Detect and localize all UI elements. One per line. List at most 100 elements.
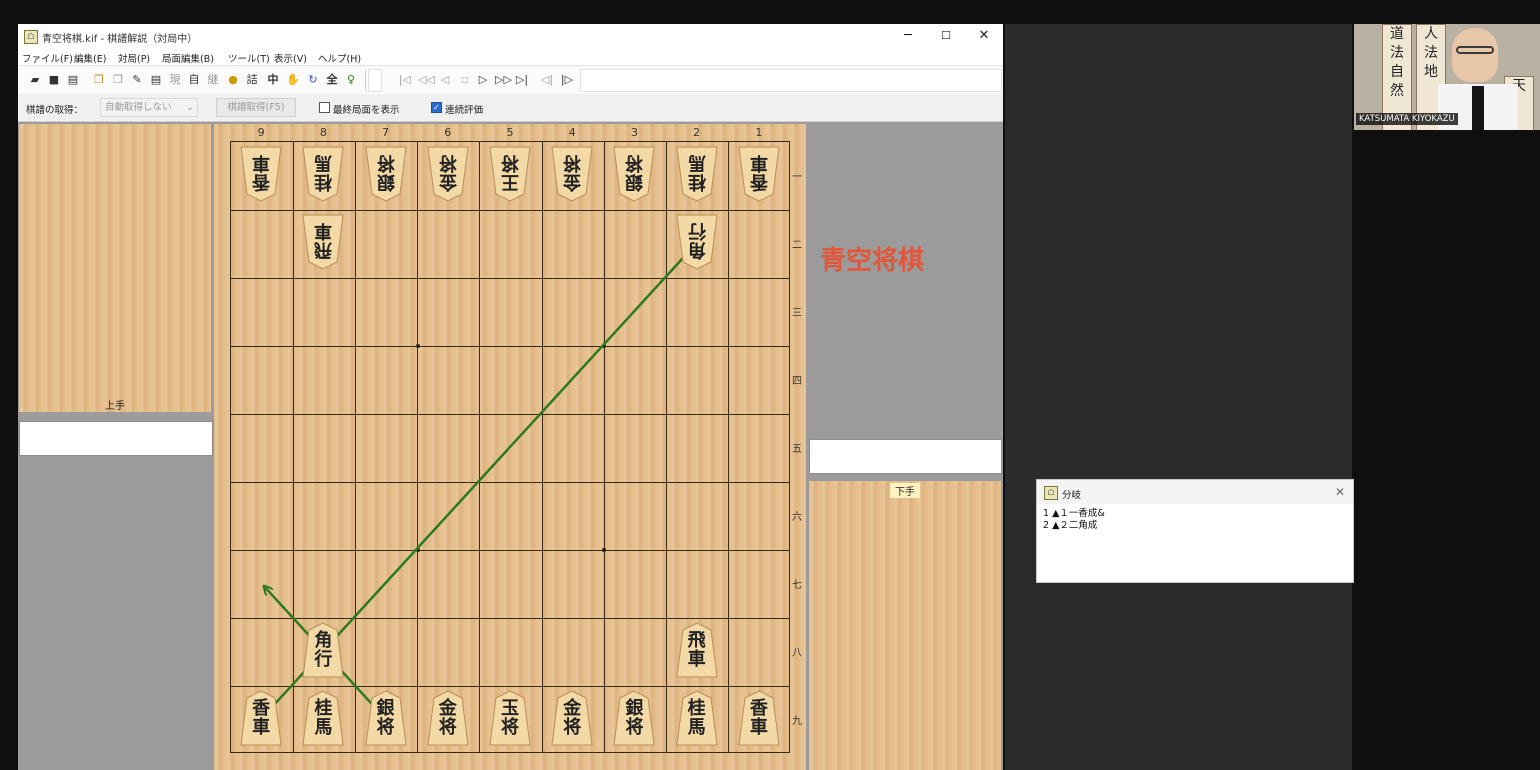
shogi-piece[interactable]: 金将 [426,689,470,747]
main-window: ☖ 青空将棋.kif - 棋譜解説（対局中） ─ ☐ ✕ ファイル(F) 編集(… [18,24,1003,770]
piece-char-top: 桂 [314,698,333,719]
shogi-piece[interactable]: 銀将 [612,689,656,747]
piece-char-bottom: 将 [376,152,395,173]
piece-char-bottom: 行 [687,220,706,241]
piece-label: 香車 [239,152,283,192]
row-label: 八 [792,648,802,659]
desktop-background [1005,24,1352,770]
column-label: 1 [755,126,763,139]
piece-label: 桂馬 [301,152,345,192]
piece-label: 玉将 [488,699,532,737]
piece-char-top: 銀 [376,698,395,719]
row-label: 七 [792,580,802,591]
piece-char-top: 金 [438,698,457,719]
piece-char-bottom: 車 [749,717,768,738]
piece-char-bottom: 車 [749,152,768,173]
shogi-piece[interactable]: 角行 [675,213,719,271]
piece-char-bottom: 車 [314,220,333,241]
column-label: 9 [257,126,265,139]
piece-char-bottom: 将 [501,152,519,173]
piece-char-top: 銀 [625,698,644,719]
branch-close-button[interactable]: ✕ [1335,485,1345,499]
person-head [1452,28,1498,82]
piece-char-bottom: 行 [314,649,333,670]
person-tie [1472,86,1484,130]
piece-char-top: 角 [314,630,333,651]
shogi-piece[interactable]: 桂馬 [675,689,719,747]
piece-char-top: 玉 [501,698,519,719]
piece-label: 角行 [301,631,345,669]
shogi-piece[interactable]: 銀将 [364,145,408,203]
shogi-piece[interactable]: 角行 [301,621,345,679]
piece-label: 銀将 [364,699,408,737]
piece-char-bottom: 馬 [314,717,333,738]
piece-char-bottom: 将 [438,152,457,173]
shogi-piece[interactable]: 玉将 [488,689,532,747]
piece-char-top: 金 [563,171,582,192]
column-label: 4 [568,126,576,139]
shogi-piece[interactable]: 王将 [488,145,532,203]
row-label: 五 [792,444,802,455]
shogi-piece[interactable]: 桂馬 [675,145,719,203]
shogi-piece[interactable]: 飛車 [675,621,719,679]
piece-char-bottom: 馬 [314,152,333,173]
piece-label: 飛車 [301,220,345,260]
piece-label: 香車 [239,699,283,737]
row-label: 二 [792,240,802,251]
piece-char-top: 香 [749,171,768,192]
piece-char-top: 銀 [376,171,395,192]
column-label: 5 [506,126,514,139]
sente-label: 下手 [890,483,920,498]
sente-piece-stand[interactable] [809,481,1001,770]
shogi-piece[interactable]: 香車 [737,145,781,203]
piece-char-bottom: 馬 [687,717,706,738]
shogi-piece[interactable]: 飛車 [301,213,345,271]
branch-app-icon: ☖ [1044,486,1058,500]
column-label: 6 [444,126,452,139]
piece-char-bottom: 将 [625,717,644,738]
branch-line-2[interactable]: 2 ▲２二角成 [1043,517,1097,531]
piece-char-bottom: 馬 [687,152,706,173]
move-arrow [331,247,693,642]
participant-name: KATSUMATA KIYOKAZU [1356,113,1458,125]
piece-char-top: 香 [749,698,768,719]
shogi-piece[interactable]: 桂馬 [301,145,345,203]
sente-name-box [809,439,1002,474]
shogi-piece[interactable]: 銀将 [364,689,408,747]
piece-char-top: 飛 [314,239,333,260]
piece-char-bottom: 将 [376,717,395,738]
row-label: 一 [792,172,802,183]
shogi-piece[interactable]: 香車 [239,145,283,203]
piece-label: 桂馬 [675,152,719,192]
column-label: 3 [630,126,638,139]
row-label: 六 [792,512,802,523]
branch-header: ☖ 分岐 ✕ [1037,480,1353,504]
piece-char-bottom: 車 [687,649,706,670]
piece-char-bottom: 将 [563,152,582,173]
shogi-piece[interactable]: 桂馬 [301,689,345,747]
video-tile: 道法自然 人法地 天 KATSUMATA KIYOKAZU [1354,24,1540,130]
piece-label: 金将 [550,699,594,737]
piece-char-top: 王 [501,171,519,192]
shogi-piece[interactable]: 香車 [737,689,781,747]
shogi-piece[interactable]: 金将 [550,689,594,747]
piece-label: 香車 [737,699,781,737]
piece-char-top: 角 [687,239,706,260]
piece-label: 飛車 [675,631,719,669]
shogi-piece[interactable]: 金将 [550,145,594,203]
shogi-piece[interactable]: 香車 [239,689,283,747]
row-label: 四 [792,376,802,387]
branch-window: ☖ 分岐 ✕ 1 ▲１一香成& 2 ▲２二角成 [1036,479,1354,583]
column-label: 7 [382,126,390,139]
branch-title: 分岐 [1062,490,1082,501]
piece-char-bottom: 将 [625,152,644,173]
shogi-piece[interactable]: 銀将 [612,145,656,203]
piece-label: 桂馬 [675,699,719,737]
piece-char-bottom: 車 [252,717,271,738]
shogi-piece[interactable]: 金将 [426,145,470,203]
row-label: 九 [792,716,802,727]
piece-char-top: 金 [438,171,457,192]
piece-char-top: 香 [252,171,271,192]
piece-char-top: 桂 [687,698,706,719]
column-label: 8 [319,126,327,139]
